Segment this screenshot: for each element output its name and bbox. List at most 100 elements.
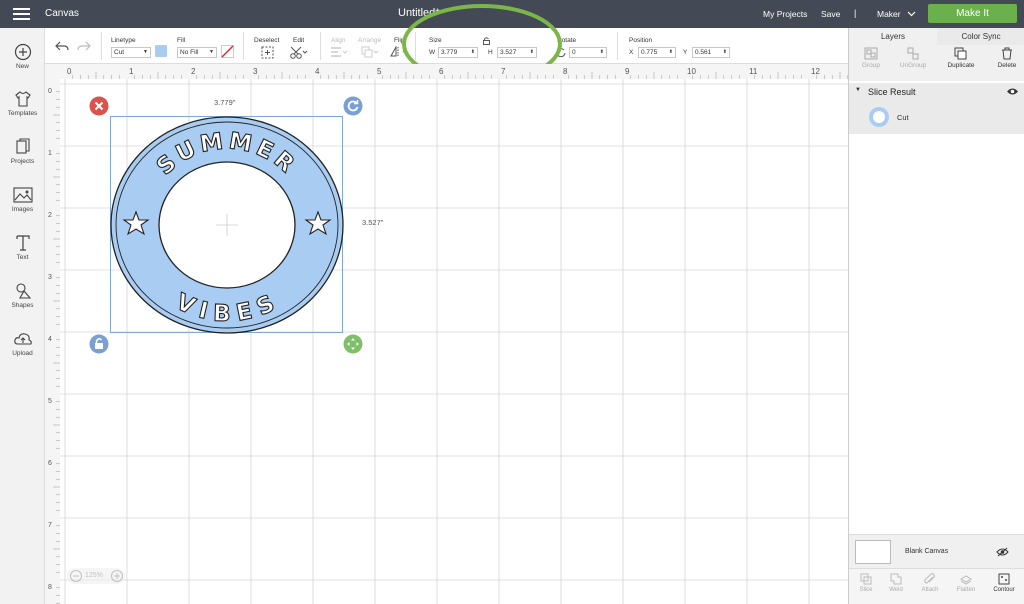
rotate-input[interactable]: 0 ⬍ [569, 47, 607, 58]
slice-button[interactable]: Slice [849, 573, 883, 593]
redo-icon[interactable] [77, 40, 91, 52]
ruler-left-label: 5 [48, 398, 52, 405]
sidebar-item-templates[interactable]: Templates [0, 90, 45, 117]
zoom-out-icon[interactable] [70, 570, 82, 582]
save-button[interactable]: Save [821, 9, 840, 19]
ungroup-icon [907, 47, 919, 60]
deselect-icon[interactable] [261, 46, 274, 59]
scale-handle-icon[interactable] [343, 334, 363, 354]
ruler-top-label: 1 [129, 67, 134, 76]
collapse-caret-icon[interactable]: ▼ [855, 87, 861, 93]
tab-color-sync[interactable]: Color Sync [937, 28, 1024, 45]
sidebar-item-text[interactable]: Text [0, 234, 45, 261]
text-icon [15, 235, 30, 251]
ruler-top-label: 9 [625, 67, 630, 76]
ruler-top-label: 0 [67, 67, 72, 76]
height-dimension-label: 3.527" [362, 218, 384, 227]
undo-icon[interactable] [55, 40, 69, 52]
contour-button[interactable]: Contour [987, 573, 1021, 593]
ruler-top-label: 10 [687, 67, 696, 76]
scissors-icon[interactable] [290, 46, 308, 59]
x-value: 0.775 [641, 49, 658, 56]
position-label: Position [629, 37, 653, 44]
ruler-top-label: 11 [749, 67, 758, 76]
sidebar-label-new: New [15, 63, 29, 70]
ruler-left-label: 8 [48, 584, 52, 591]
zoom-in-icon[interactable] [111, 570, 123, 582]
ruler-left-label: 6 [48, 460, 52, 467]
sidebar-item-projects[interactable]: Projects [0, 138, 45, 165]
ruler-left-label: 4 [48, 336, 52, 343]
ruler-left-label: 3 [48, 274, 52, 281]
rotate-value: 0 [572, 49, 576, 56]
align-icon[interactable] [330, 46, 348, 59]
fill-label: Fill [177, 37, 186, 44]
blank-canvas-label: Blank Canvas [905, 548, 949, 555]
ruler-top-label: 2 [191, 67, 196, 76]
group-button[interactable]: Group [849, 47, 893, 69]
position-y-input[interactable]: 0.561 ⬍ [692, 47, 730, 58]
ruler-top-label: 12 [811, 67, 820, 76]
slice-result-group[interactable]: Slice Result [868, 87, 916, 97]
slice-icon [860, 573, 872, 585]
delete-handle-icon[interactable] [89, 96, 109, 116]
weld-label: Weld [889, 587, 903, 593]
sidebar-item-upload[interactable]: Upload [0, 330, 45, 357]
flatten-label: Flatten [956, 587, 976, 593]
my-projects-link[interactable]: My Projects [763, 9, 807, 19]
eye-icon[interactable] [1006, 87, 1019, 96]
tab-layers[interactable]: Layers [849, 28, 937, 45]
y-label: Y [683, 49, 688, 56]
linetype-color-swatch[interactable] [155, 45, 167, 57]
make-it-button[interactable]: Make It [928, 4, 1017, 23]
x-label: X [629, 49, 634, 56]
stepper-icon[interactable]: ⬍ [669, 48, 673, 57]
app-label: Canvas [45, 8, 79, 19]
position-x-input[interactable]: 0.775 ⬍ [638, 47, 676, 58]
arrange-label: Arrange [358, 37, 382, 44]
sidebar-label-text: Text [16, 254, 29, 261]
flatten-button[interactable]: Flatten [949, 573, 983, 593]
attach-button[interactable]: Attach [913, 573, 947, 593]
plus-circle-icon [14, 43, 31, 61]
duplicate-button[interactable]: Duplicate [939, 47, 983, 69]
no-fill-swatch-icon[interactable] [221, 45, 234, 58]
sidebar-label-templates: Templates [7, 110, 38, 117]
eye-hidden-icon[interactable] [996, 547, 1009, 557]
caret-down-icon: ▼ [143, 49, 148, 55]
ungroup-button[interactable]: UnGroup [891, 47, 935, 69]
blank-canvas-thumbnail[interactable] [855, 540, 891, 564]
stepper-icon[interactable]: ⬍ [723, 48, 727, 57]
attach-label: Attach [921, 587, 939, 593]
ruler-top-label: 5 [377, 67, 382, 76]
image-icon [12, 187, 33, 203]
fill-select[interactable]: No Fill ▼ [177, 47, 217, 58]
layer-thumbnail [869, 107, 889, 127]
ruler-left-label: 0 [48, 88, 52, 95]
linetype-select[interactable]: Cut ▼ [111, 47, 151, 58]
delete-label: Delete [997, 62, 1017, 69]
sidebar-label-shapes: Shapes [11, 302, 34, 309]
sidebar-item-images[interactable]: Images [0, 186, 45, 213]
ruler-top-label: 3 [253, 67, 258, 76]
sidebar-label-projects: Projects [10, 158, 35, 165]
layer-cut[interactable]: Cut [897, 113, 909, 122]
sidebar-item-new[interactable]: New [0, 43, 45, 70]
group-icon [864, 47, 878, 60]
rotate-handle-icon[interactable] [343, 96, 363, 116]
weld-button[interactable]: Weld [879, 573, 913, 593]
design-canvas[interactable]: 0 1 2 3 4 5 6 7 8 9 10 11 12 0 1 2 3 4 5 6 7 8 3.779" 3.527" … [45, 64, 848, 604]
linetype-label: Linetype [111, 37, 136, 44]
ungroup-label: UnGroup [899, 62, 927, 69]
tshirt-icon [14, 91, 31, 107]
stepper-icon[interactable]: ⬍ [600, 48, 604, 57]
sidebar-item-shapes[interactable]: Shapes [0, 282, 45, 309]
menu-icon[interactable] [13, 8, 30, 20]
contour-icon [998, 573, 1010, 585]
delete-button[interactable]: Delete [985, 47, 1024, 69]
lock-handle-icon[interactable] [89, 334, 109, 354]
arrange-icon[interactable] [361, 46, 379, 59]
summer-vibes-design[interactable]: SUMMER VIBES [107, 113, 347, 337]
deselect-label: Deselect [254, 37, 280, 44]
machine-select[interactable]: Maker [877, 9, 901, 19]
